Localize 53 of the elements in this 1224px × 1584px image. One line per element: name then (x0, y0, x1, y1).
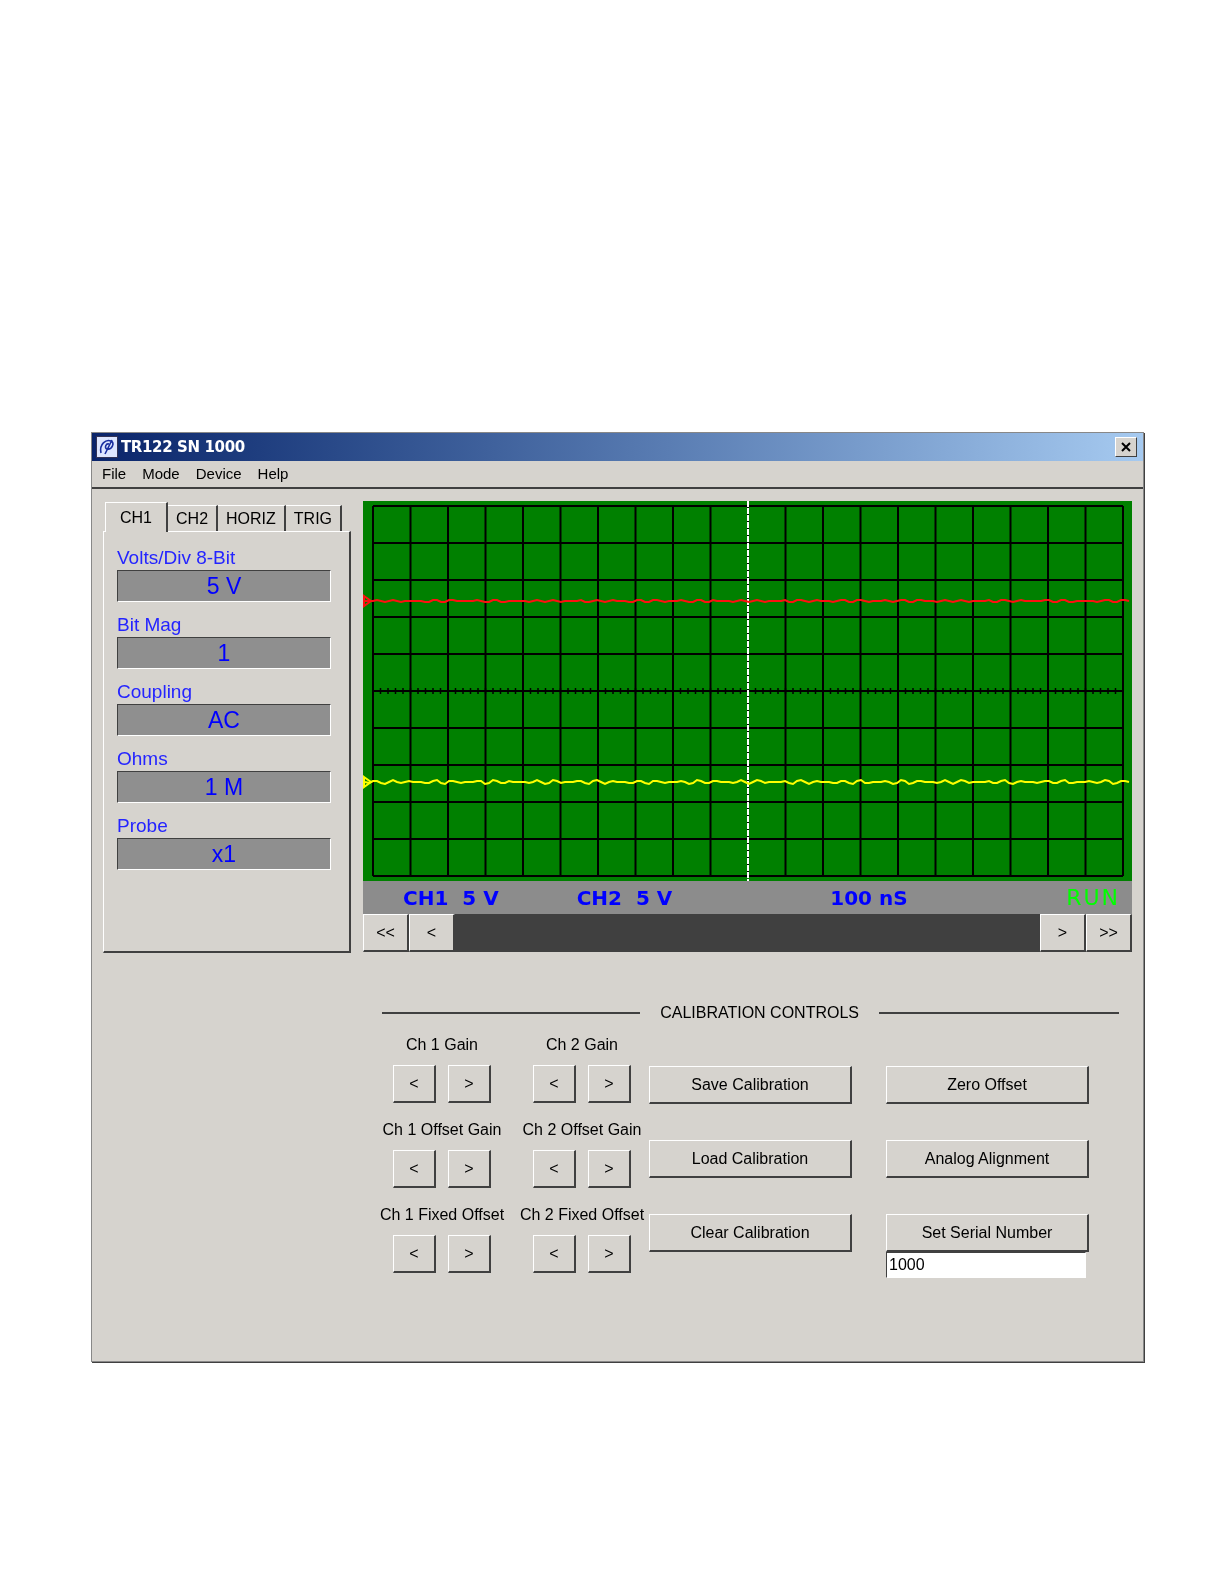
setting-label: Coupling (117, 680, 193, 704)
step-button[interactable]: > (588, 1065, 631, 1103)
calibration-button[interactable]: Analog Alignment (886, 1140, 1089, 1178)
step-button[interactable]: < (393, 1235, 436, 1273)
timebase-readout: 100 nS (830, 884, 908, 912)
calibration-button[interactable]: Load Calibration (649, 1140, 852, 1178)
step-button[interactable]: > (588, 1235, 631, 1273)
channel-2-readout: CH2 5 V (576, 884, 673, 912)
setting-label: Ohms (117, 747, 169, 771)
stepper-label: Ch 2 Fixed Offset (519, 1205, 645, 1225)
step-button[interactable]: > (448, 1065, 491, 1103)
serial-number-field[interactable]: 1000 (886, 1252, 1086, 1278)
setting-label: Probe (117, 814, 169, 838)
stepper-label: Ch 2 Offset Gain (522, 1120, 642, 1140)
channel-1-marker-icon (363, 594, 373, 608)
window-title: TR122 SN 1000 (121, 436, 245, 458)
step-button[interactable]: > (448, 1235, 491, 1273)
step-button[interactable]: < (533, 1235, 576, 1273)
scroll-button[interactable]: << (363, 914, 409, 952)
calibration-button[interactable]: Save Calibration (649, 1066, 852, 1104)
step-button[interactable]: < (393, 1150, 436, 1188)
tab[interactable]: CH2 (168, 505, 219, 531)
section-heading: CALIBRATION CONTROLS (660, 1003, 859, 1023)
setting-label: Bit Mag (117, 613, 183, 637)
scroll-button[interactable]: > (1040, 914, 1086, 952)
scroll-button[interactable]: >> (1086, 914, 1132, 952)
calibration-button[interactable]: Clear Calibration (649, 1214, 852, 1252)
step-button[interactable]: < (393, 1065, 436, 1103)
menu-item[interactable]: File (102, 462, 127, 486)
menu-item[interactable]: Device (195, 462, 242, 486)
stepper-label: Ch 1 Gain (405, 1035, 478, 1055)
tab[interactable]: HORIZ (218, 505, 286, 531)
tab[interactable]: TRIG (285, 505, 343, 531)
stepper-label: Ch 1 Offset Gain (382, 1120, 502, 1140)
stepper-label: Ch 2 Gain (545, 1035, 618, 1055)
close-icon (1121, 442, 1131, 452)
step-button[interactable]: < (533, 1150, 576, 1188)
step-button[interactable]: > (448, 1150, 491, 1188)
step-button[interactable]: > (588, 1150, 631, 1188)
calibration-button[interactable]: Zero Offset (886, 1066, 1089, 1104)
menu-item[interactable]: Mode (142, 462, 180, 486)
app-logo-icon (96, 436, 118, 458)
run-status: RUN (1066, 884, 1120, 912)
setting-label: Volts/Div 8-Bit (117, 546, 237, 570)
tab[interactable]: CH1 (105, 502, 168, 532)
channel-2-marker-icon (363, 775, 373, 789)
step-button[interactable]: < (533, 1065, 576, 1103)
stepper-label: Ch 1 Fixed Offset (379, 1205, 505, 1225)
scroll-button[interactable]: < (409, 914, 455, 952)
channel-1-readout: CH1 5 V (403, 884, 499, 912)
calibration-button[interactable]: Set Serial Number (886, 1214, 1089, 1252)
menu-item[interactable]: Help (257, 462, 289, 486)
close-button[interactable] (1115, 437, 1137, 457)
